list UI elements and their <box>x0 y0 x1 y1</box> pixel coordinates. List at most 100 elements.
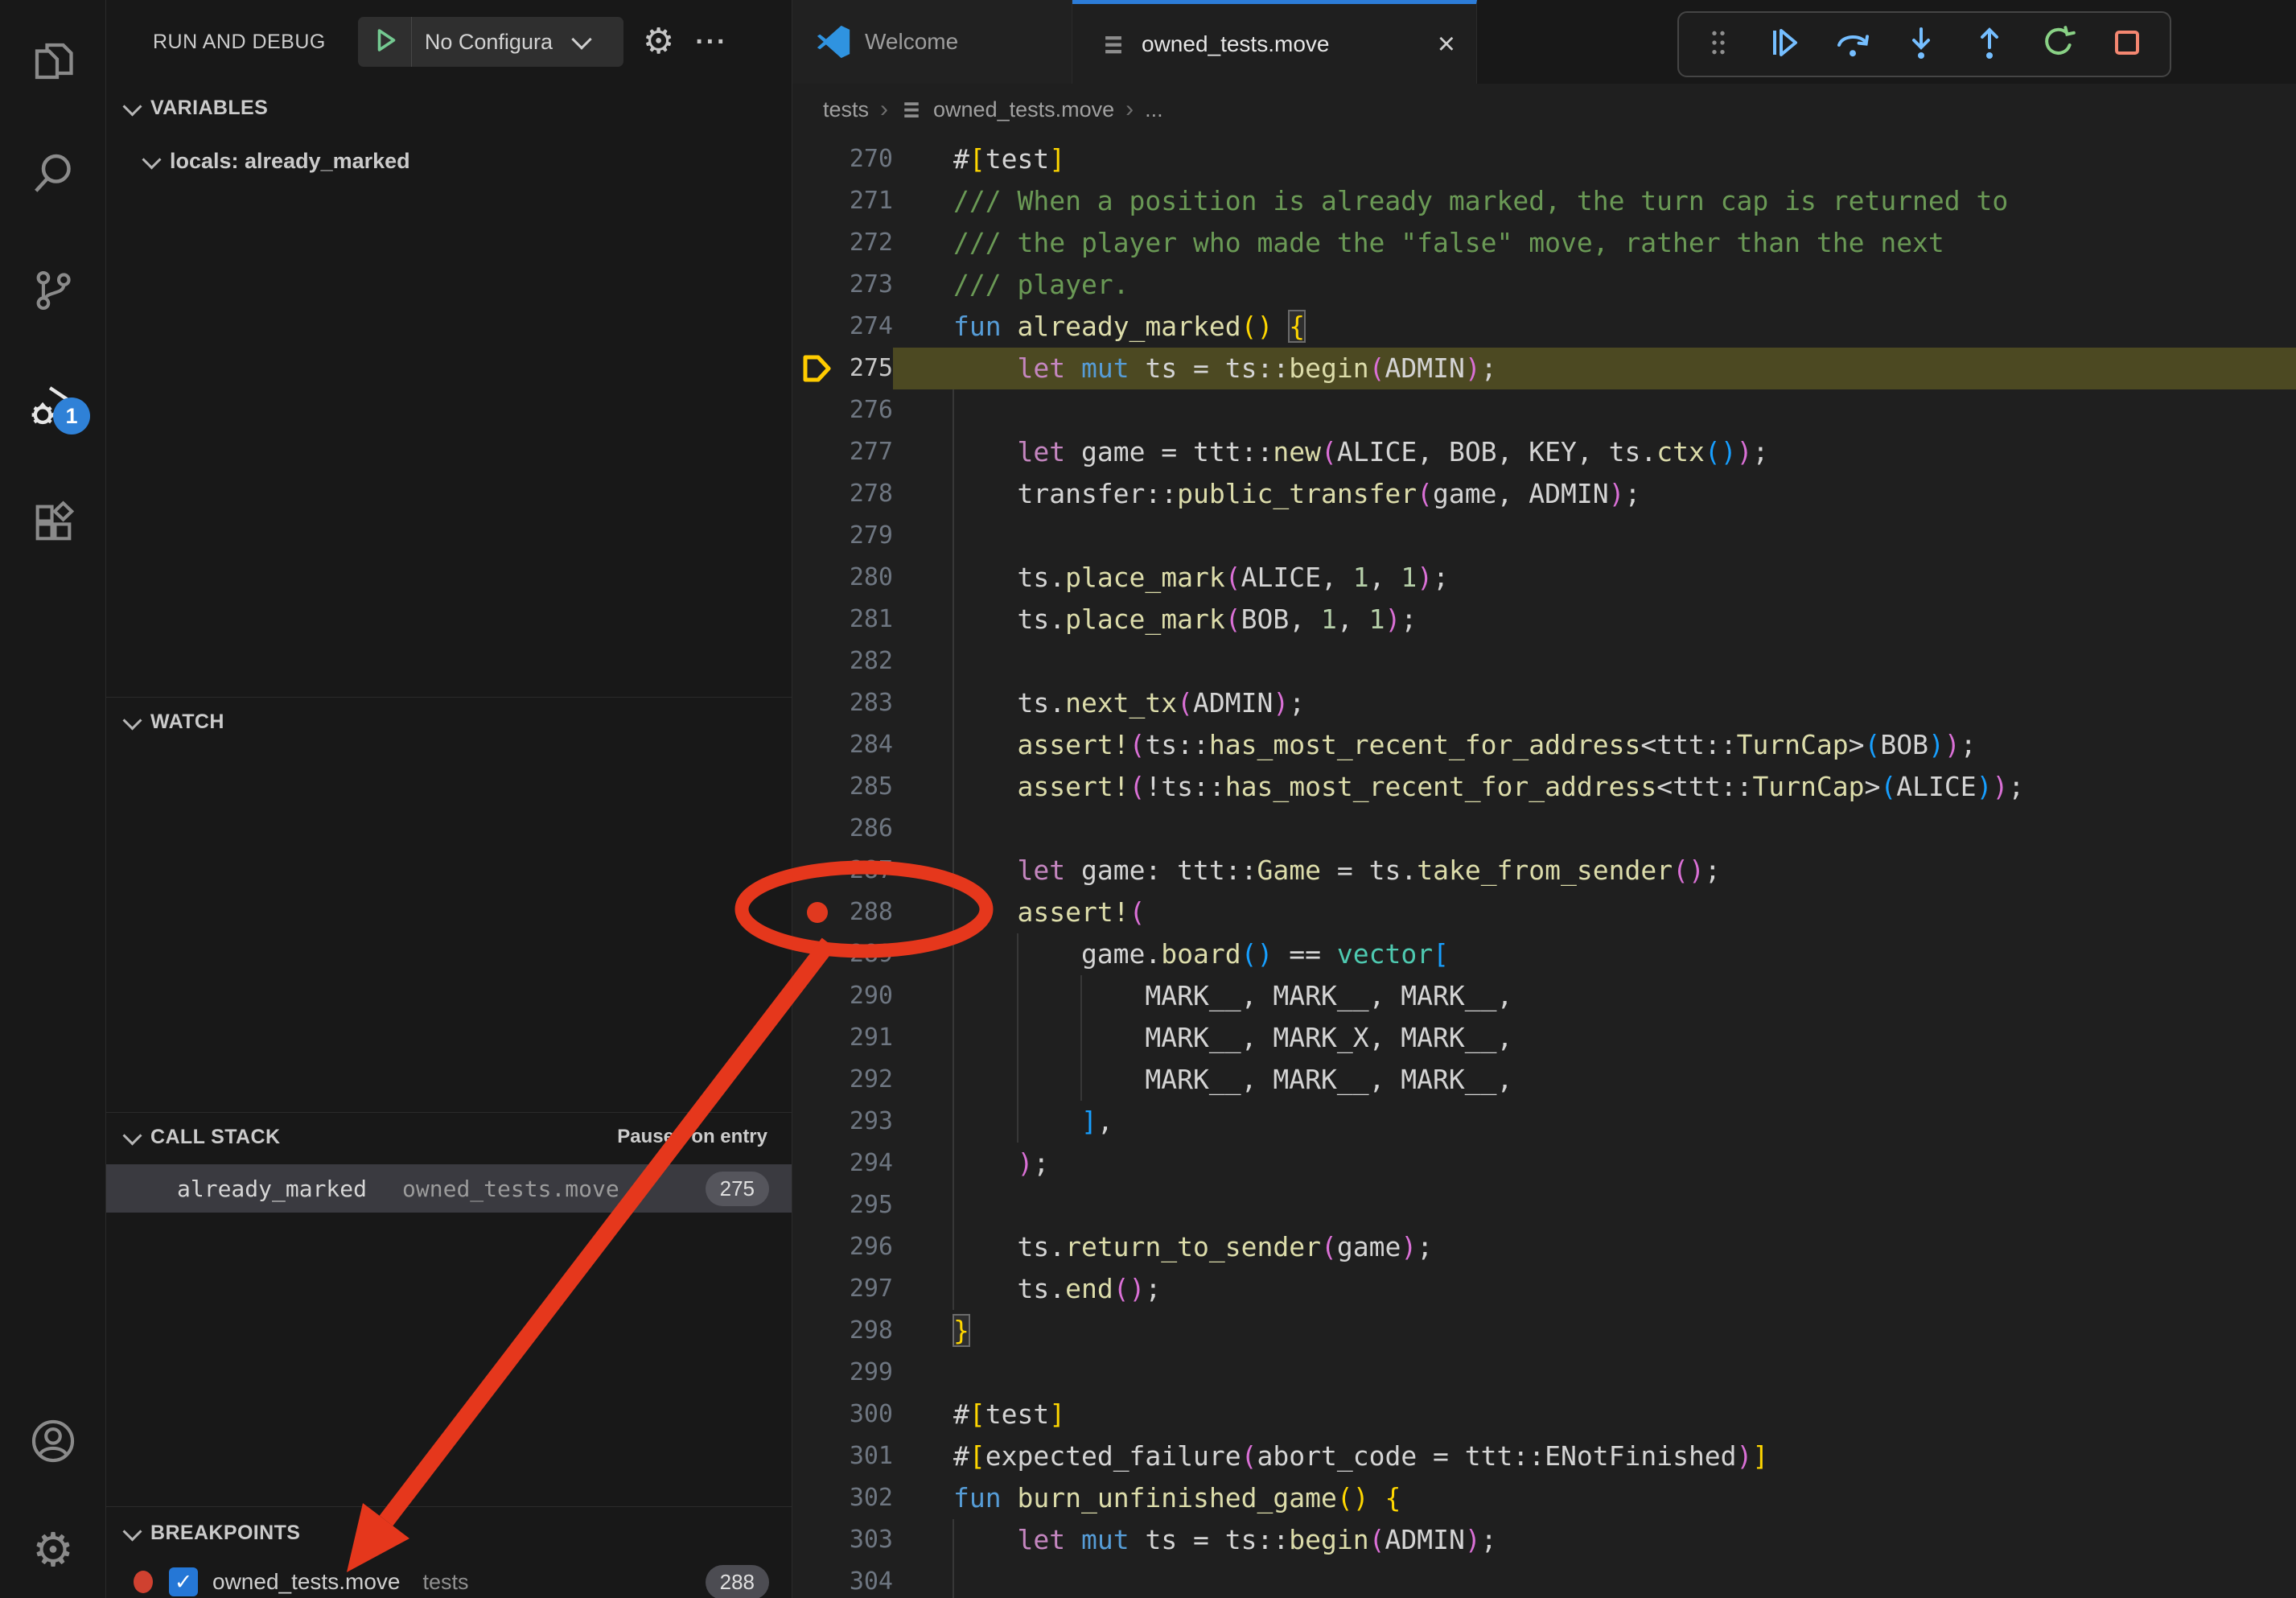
gutter-glyph-margin[interactable] <box>792 766 842 808</box>
code-line[interactable]: 281 ts.place_mark(BOB, 1, 1); <box>792 599 2296 640</box>
gutter-glyph-margin[interactable] <box>792 1561 842 1598</box>
line-number[interactable]: 280 <box>842 557 893 599</box>
code-text[interactable]: ], <box>893 1101 2296 1143</box>
gutter-glyph-margin[interactable] <box>792 1310 842 1352</box>
code-text[interactable] <box>893 1561 2296 1598</box>
code-text[interactable]: fun burn_unfinished_game() { <box>893 1477 2296 1519</box>
line-number[interactable]: 301 <box>842 1435 893 1477</box>
line-number[interactable]: 294 <box>842 1143 893 1184</box>
start-debug-icon[interactable] <box>371 26 400 59</box>
code-line[interactable]: 273/// player. <box>792 264 2296 306</box>
step-out-button[interactable] <box>1970 23 2009 66</box>
code-text[interactable] <box>893 1352 2296 1394</box>
line-number[interactable]: 283 <box>842 682 893 724</box>
gutter-glyph-margin[interactable] <box>792 1059 842 1101</box>
code-text[interactable]: assert!( <box>893 892 2296 933</box>
code-line[interactable]: 277 let game = ttt::new(ALICE, BOB, KEY,… <box>792 431 2296 473</box>
line-number[interactable]: 271 <box>842 180 893 222</box>
code-text[interactable]: game.board() == vector[ <box>893 933 2296 975</box>
gutter-glyph-margin[interactable] <box>792 180 842 222</box>
line-number[interactable]: 295 <box>842 1184 893 1226</box>
tab-owned-tests-move[interactable]: owned_tests.move × <box>1072 0 1477 84</box>
code-text[interactable]: #[test] <box>893 138 2296 180</box>
code-text[interactable]: let game = ttt::new(ALICE, BOB, KEY, ts.… <box>893 431 2296 473</box>
code-line[interactable]: 272/// the player who made the "false" m… <box>792 222 2296 264</box>
gutter-glyph-margin[interactable] <box>792 1143 842 1184</box>
line-number[interactable]: 290 <box>842 975 893 1017</box>
gutter-glyph-margin[interactable] <box>792 1184 842 1226</box>
gutter-glyph-margin[interactable] <box>792 599 842 640</box>
extensions-icon[interactable] <box>27 496 80 549</box>
gutter-glyph-margin[interactable] <box>792 1352 842 1394</box>
code-line[interactable]: 297 ts.end(); <box>792 1268 2296 1310</box>
gutter-glyph-margin[interactable] <box>792 1394 842 1435</box>
line-number[interactable]: 279 <box>842 515 893 557</box>
account-icon[interactable] <box>27 1415 80 1468</box>
code-text[interactable] <box>893 1184 2296 1226</box>
line-number[interactable]: 300 <box>842 1394 893 1435</box>
code-text[interactable]: let game: ttt::Game = ts.take_from_sende… <box>893 850 2296 892</box>
debug-settings-gear-icon[interactable]: ⚙ <box>643 24 674 60</box>
gutter-glyph-margin[interactable] <box>792 1477 842 1519</box>
code-text[interactable]: #[test] <box>893 1394 2296 1435</box>
toolbar-drag-grip[interactable] <box>1702 24 1734 65</box>
gutter-glyph-margin[interactable] <box>792 1101 842 1143</box>
settings-gear-icon[interactable]: ⚙ <box>27 1524 80 1577</box>
gutter-glyph-margin[interactable] <box>792 1226 842 1268</box>
gutter-glyph-margin[interactable] <box>792 1519 842 1561</box>
code-line[interactable]: 304 <box>792 1561 2296 1598</box>
gutter-glyph-margin[interactable] <box>792 1435 842 1477</box>
line-number[interactable]: 292 <box>842 1059 893 1101</box>
tab-welcome[interactable]: Welcome <box>792 0 1072 84</box>
code-text[interactable]: /// When a position is already marked, t… <box>893 180 2296 222</box>
breadcrumb-file[interactable]: owned_tests.move <box>933 97 1114 122</box>
gutter-glyph-margin[interactable] <box>792 306 842 348</box>
code-text[interactable]: /// the player who made the "false" move… <box>893 222 2296 264</box>
line-number[interactable]: 286 <box>842 808 893 850</box>
code-line[interactable]: 276 <box>792 389 2296 431</box>
line-number[interactable]: 272 <box>842 222 893 264</box>
breakpoints-header[interactable]: BREAKPOINTS <box>106 1507 792 1559</box>
line-number[interactable]: 293 <box>842 1101 893 1143</box>
code-text[interactable]: ts.end(); <box>893 1268 2296 1310</box>
code-text[interactable]: ); <box>893 1143 2296 1184</box>
line-number[interactable]: 304 <box>842 1561 893 1598</box>
gutter-glyph-margin[interactable] <box>792 724 842 766</box>
line-number[interactable]: 297 <box>842 1268 893 1310</box>
line-number[interactable]: 274 <box>842 306 893 348</box>
code-text[interactable]: let mut ts = ts::begin(ADMIN); <box>893 1519 2296 1561</box>
source-control-icon[interactable] <box>27 264 80 317</box>
code-line[interactable]: 286 <box>792 808 2296 850</box>
breakpoint-checkbox[interactable]: ✓ <box>169 1567 198 1596</box>
search-icon[interactable] <box>27 147 80 200</box>
gutter-glyph-margin[interactable] <box>792 1017 842 1059</box>
code-text[interactable]: let mut ts = ts::begin(ADMIN); <box>893 348 2296 389</box>
gutter-glyph-margin[interactable] <box>792 640 842 682</box>
code-line[interactable]: 296 ts.return_to_sender(game); <box>792 1226 2296 1268</box>
code-text[interactable]: MARK__, MARK__, MARK__, <box>893 975 2296 1017</box>
code-text[interactable]: ts.place_mark(ALICE, 1, 1); <box>893 557 2296 599</box>
gutter-glyph-margin[interactable] <box>792 348 842 389</box>
gutter-glyph-margin[interactable] <box>792 682 842 724</box>
code-text[interactable]: assert!(ts::has_most_recent_for_address<… <box>893 724 2296 766</box>
line-number[interactable]: 287 <box>842 850 893 892</box>
line-number[interactable]: 288 <box>842 892 893 933</box>
code-line[interactable]: 289 game.board() == vector[ <box>792 933 2296 975</box>
gutter-glyph-margin[interactable] <box>792 933 842 975</box>
stack-frame-row[interactable]: already_marked owned_tests.move 275 <box>106 1164 792 1213</box>
line-number[interactable]: 284 <box>842 724 893 766</box>
code-text[interactable] <box>893 515 2296 557</box>
variables-header[interactable]: VARIABLES <box>106 84 792 132</box>
line-number[interactable]: 276 <box>842 389 893 431</box>
line-number[interactable]: 296 <box>842 1226 893 1268</box>
call-stack-header[interactable]: CALL STACK Paused on entry <box>106 1113 792 1161</box>
code-text[interactable]: ts.return_to_sender(game); <box>893 1226 2296 1268</box>
line-number[interactable]: 281 <box>842 599 893 640</box>
code-line[interactable]: 300#[test] <box>792 1394 2296 1435</box>
code-line[interactable]: 293 ], <box>792 1101 2296 1143</box>
code-text[interactable]: MARK__, MARK_X, MARK__, <box>893 1017 2296 1059</box>
code-line[interactable]: 303 let mut ts = ts::begin(ADMIN); <box>792 1519 2296 1561</box>
code-line[interactable]: 274fun already_marked() { <box>792 306 2296 348</box>
code-text[interactable]: MARK__, MARK__, MARK__, <box>893 1059 2296 1101</box>
code-area[interactable]: 270#[test]271/// When a position is alre… <box>792 138 2296 1598</box>
